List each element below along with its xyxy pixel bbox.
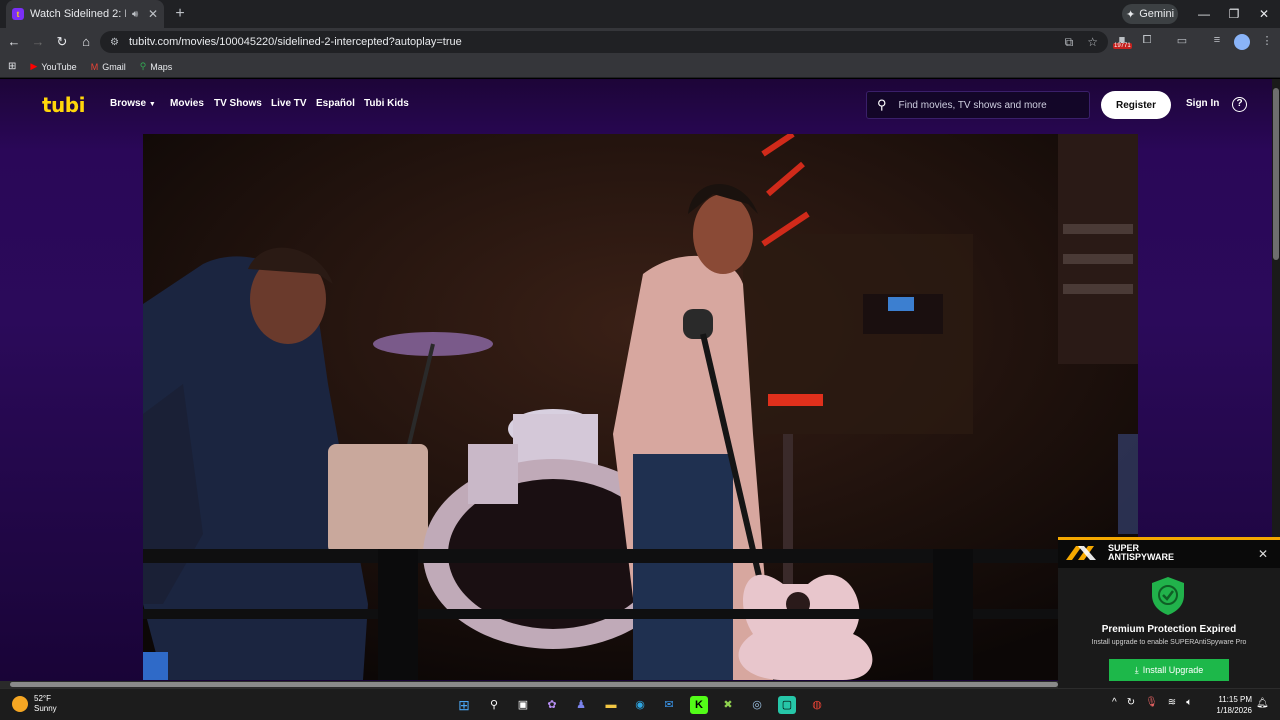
- horizontal-scroll-thumb[interactable]: [10, 682, 1058, 687]
- bookmark-label: YouTube: [41, 61, 77, 72]
- sun-icon: [12, 696, 28, 712]
- microphone-icon[interactable]: 🎙︎: [1145, 697, 1158, 708]
- nav-movies[interactable]: Movies: [170, 98, 204, 109]
- taskbar-search-icon[interactable]: ⚲: [485, 696, 503, 714]
- video-player[interactable]: [143, 134, 1138, 680]
- weather-temperature: 52°F: [34, 694, 51, 703]
- speaker-icon[interactable]: 🔊︎: [132, 9, 138, 20]
- nav-tv-shows[interactable]: TV Shows: [214, 98, 262, 109]
- edge-icon[interactable]: ◉: [631, 696, 649, 714]
- download-icon: ⤓: [1134, 664, 1139, 675]
- browser-toolbar: ← → ↻ ⌂ ⚙ tubitv.com/movies/100045220/si…: [0, 28, 1280, 56]
- home-icon[interactable]: ⌂: [76, 32, 96, 52]
- antispyware-popup: SUPER ANTISPYWARE ✕ Premium Protection E…: [1058, 537, 1280, 688]
- popup-header: SUPER ANTISPYWARE ✕: [1058, 540, 1280, 568]
- more-menu-icon[interactable]: ⋮: [1258, 34, 1276, 50]
- gemini-label: Gemini: [1139, 8, 1175, 20]
- popup-subtitle: Install upgrade to enable SUPERAntiSpywa…: [1091, 639, 1247, 646]
- close-tab-icon[interactable]: ✕: [148, 7, 158, 21]
- bookmark-gmail[interactable]: M Gmail: [91, 62, 126, 72]
- app-icon[interactable]: ▢: [778, 696, 796, 714]
- sign-in-link[interactable]: Sign In: [1186, 98, 1219, 109]
- bookmark-label: Maps: [150, 61, 173, 72]
- tray-overflow-icon[interactable]: ^: [1112, 697, 1117, 708]
- chrome-icon[interactable]: ◍: [808, 696, 826, 714]
- windows-start-icon[interactable]: ⊞: [455, 696, 473, 714]
- youtube-icon: ▶: [30, 61, 38, 71]
- tab-title: Watch Sidelined 2: Intercepted: [30, 8, 126, 20]
- tab-search-icon[interactable]: ≡: [1208, 34, 1226, 50]
- extension-badge: 19771: [1113, 43, 1132, 49]
- bookmark-label: Gmail: [102, 61, 126, 72]
- cast-icon[interactable]: ⧉: [1065, 35, 1074, 50]
- tab-strip: t Watch Sidelined 2: Intercepted 🔊︎ ✕ + …: [0, 0, 1280, 28]
- system-tray: ^ ↻ 🎙︎ ≋ 🔈︎: [1112, 697, 1192, 708]
- vertical-scroll-thumb[interactable]: [1273, 88, 1279, 260]
- restore-button[interactable]: ❐: [1222, 4, 1246, 24]
- address-bar[interactable]: ⚙ tubitv.com/movies/100045220/sidelined-…: [100, 31, 1108, 53]
- browser-tab[interactable]: t Watch Sidelined 2: Intercepted 🔊︎ ✕: [6, 0, 164, 28]
- task-view-icon[interactable]: ▣: [514, 696, 532, 714]
- maps-icon: ⚲: [139, 61, 147, 71]
- install-upgrade-button[interactable]: ⤓ Install Upgrade: [1109, 659, 1229, 681]
- nav-browse-label: Browse: [110, 98, 147, 109]
- xbox-icon[interactable]: ✖: [719, 696, 737, 714]
- tubi-logo[interactable]: tubi: [42, 93, 85, 117]
- system-clock[interactable]: 11:15 PM 1/18/2026: [1212, 694, 1252, 716]
- copilot-icon[interactable]: ✿: [543, 696, 561, 714]
- help-icon[interactable]: ?: [1232, 97, 1247, 112]
- forward-icon[interactable]: →: [28, 32, 48, 52]
- new-tab-button[interactable]: +: [170, 4, 190, 24]
- weather-condition: Sunny: [34, 704, 57, 713]
- popup-brand-line2: ANTISPYWARE: [1108, 552, 1175, 562]
- video-frame: [143, 134, 1138, 680]
- url-text[interactable]: tubitv.com/movies/100045220/sidelined-2-…: [129, 36, 462, 48]
- volume-icon[interactable]: 🔈︎: [1186, 697, 1192, 708]
- wifi-icon[interactable]: ≋: [1168, 697, 1176, 708]
- register-button[interactable]: Register: [1101, 91, 1171, 119]
- search-placeholder: Find movies, TV shows and more: [898, 99, 1047, 111]
- clock-time: 11:15 PM: [1218, 695, 1252, 704]
- mail-icon[interactable]: ✉: [660, 696, 678, 714]
- tubi-favicon-icon: t: [12, 8, 24, 20]
- gemini-button[interactable]: ✦ Gemini: [1122, 4, 1178, 24]
- reload-icon[interactable]: ↻: [52, 32, 72, 52]
- nav-browse[interactable]: Browse ▼: [110, 98, 156, 109]
- superantispyware-logo-icon: [1066, 546, 1096, 560]
- notification-bell-icon[interactable]: 🔔︎: [1256, 698, 1269, 709]
- nav-live-tv[interactable]: Live TV: [271, 98, 307, 109]
- install-upgrade-label: Install Upgrade: [1142, 665, 1204, 675]
- sparkle-icon: ✦: [1125, 8, 1136, 21]
- bookmarks-bar: ⊞ ▶ YouTube M Gmail ⚲ Maps: [0, 56, 1280, 78]
- sync-icon[interactable]: ↻: [1127, 697, 1135, 708]
- popup-title: Premium Protection Expired: [1101, 624, 1237, 635]
- close-window-button[interactable]: ✕: [1252, 4, 1276, 24]
- chevron-down-icon: ▼: [148, 101, 156, 108]
- minimize-button[interactable]: —: [1192, 4, 1216, 24]
- profile-avatar[interactable]: [1234, 34, 1250, 50]
- shield-check-icon: [1152, 577, 1184, 615]
- bookmark-youtube[interactable]: ▶ YouTube: [30, 61, 76, 72]
- search-input[interactable]: ⚲ Find movies, TV shows and more: [866, 91, 1090, 119]
- extensions-puzzle-icon[interactable]: ⧠: [1138, 34, 1156, 50]
- nav-tubi-kids[interactable]: Tubi Kids: [364, 98, 409, 109]
- weather-widget[interactable]: 52°F Sunny: [12, 694, 57, 714]
- side-panel-icon[interactable]: ▭: [1173, 34, 1191, 50]
- search-icon: ⚲: [877, 97, 887, 112]
- clock-date: 1/18/2026: [1216, 706, 1252, 715]
- teams-icon[interactable]: ♟: [572, 696, 590, 714]
- site-info-icon[interactable]: ⚙: [110, 37, 119, 48]
- apps-grid-icon[interactable]: ⊞: [8, 61, 16, 72]
- file-explorer-icon[interactable]: ▬: [602, 696, 620, 714]
- back-icon[interactable]: ←: [4, 32, 24, 52]
- kick-icon[interactable]: K: [690, 696, 708, 714]
- bookmark-star-icon[interactable]: ☆: [1087, 35, 1098, 50]
- windows-taskbar: 52°F Sunny ⊞ ⚲ ▣ ✿ ♟ ▬ ◉ ✉ K ✖ ◎ ▢ ◍ ^ ↻…: [0, 688, 1280, 720]
- bookmark-maps[interactable]: ⚲ Maps: [140, 61, 173, 72]
- close-icon[interactable]: ✕: [1258, 547, 1268, 561]
- nav-espanol[interactable]: Español: [316, 98, 355, 109]
- steam-icon[interactable]: ◎: [748, 696, 766, 714]
- gmail-icon: M: [90, 61, 99, 72]
